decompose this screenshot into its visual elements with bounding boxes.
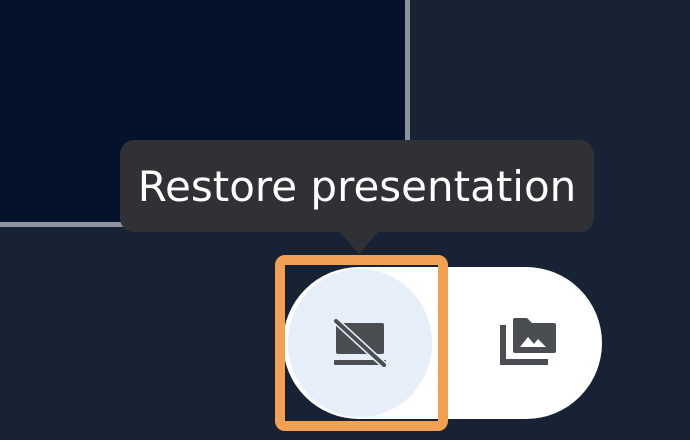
presentation-off-icon: [329, 317, 391, 369]
meeting-stage: Restore presentation: [0, 0, 690, 440]
tooltip-text: Restore presentation: [137, 161, 577, 211]
photo-library-icon: [500, 313, 560, 367]
photo-library-button[interactable]: [470, 280, 590, 400]
tooltip-arrow: [338, 230, 380, 254]
restore-presentation-tooltip: Restore presentation: [120, 140, 594, 232]
restore-presentation-button[interactable]: [288, 269, 432, 417]
